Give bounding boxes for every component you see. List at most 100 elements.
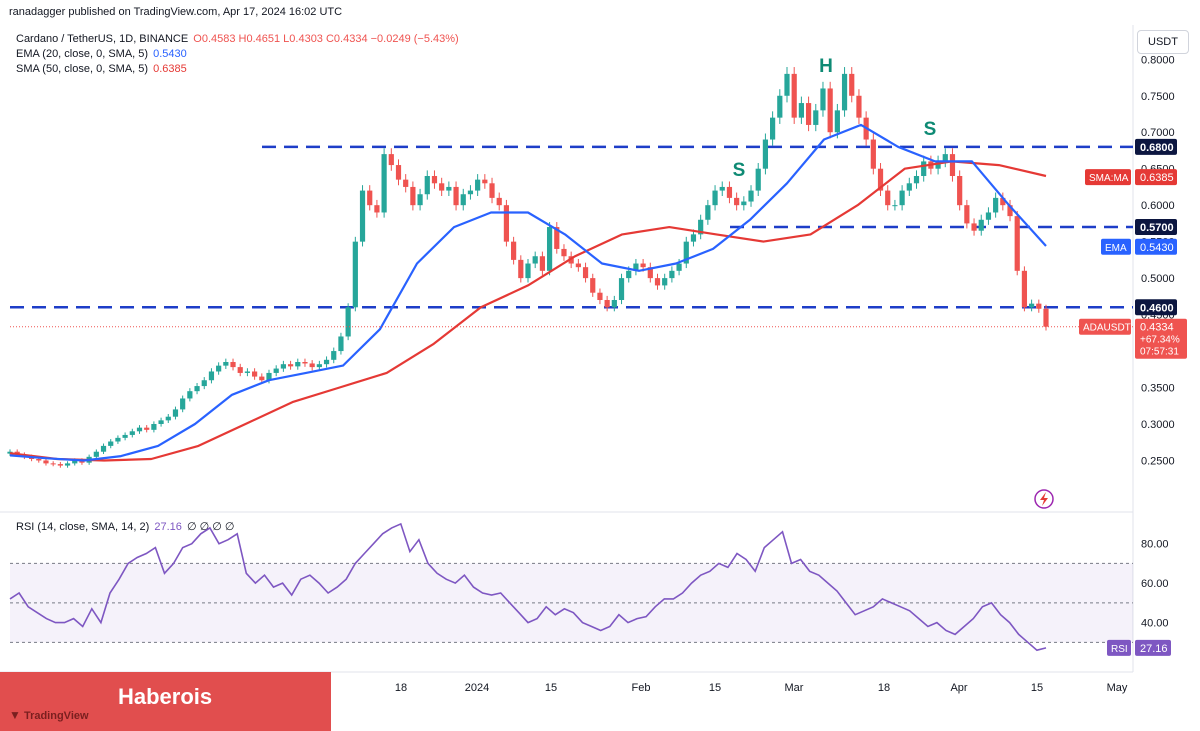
candle-body <box>381 154 387 213</box>
candle-body <box>755 168 761 191</box>
candle-body <box>187 391 193 399</box>
candle-body <box>518 259 524 279</box>
candle-body <box>57 464 63 466</box>
candle-body <box>690 234 697 242</box>
candle-body <box>921 161 927 176</box>
candle-body <box>539 256 545 271</box>
candle-body <box>64 463 71 466</box>
candle-body <box>957 176 963 206</box>
candle-body <box>611 300 617 308</box>
candle-body <box>899 190 905 206</box>
rsi-tick-label: 60.00 <box>1141 578 1169 590</box>
candle-body <box>791 73 797 118</box>
price-chart[interactable]: 0.80000.75000.70000.65000.60000.55000.50… <box>0 0 1200 731</box>
candle-body <box>338 336 344 352</box>
candle-body <box>770 117 776 140</box>
watermark-text: Haberois <box>118 684 213 709</box>
candle-body <box>122 434 128 438</box>
lightning-icon[interactable] <box>1034 489 1054 509</box>
candle-body <box>705 205 711 220</box>
candle-body <box>1014 216 1020 271</box>
time-tick-label: 18 <box>878 682 890 694</box>
ema-value-tag: 0.5430 <box>1140 242 1174 254</box>
candle-body <box>834 110 840 133</box>
candle-body <box>345 307 351 337</box>
candle-body <box>252 371 258 377</box>
candle-body <box>654 278 661 286</box>
candle-body <box>993 197 999 213</box>
candle-body <box>237 367 243 373</box>
price-tick-label: 0.6000 <box>1141 200 1175 212</box>
candle-body <box>618 278 625 300</box>
candle-body <box>43 460 49 464</box>
candle-body <box>208 371 215 381</box>
level-tag-label: 0.4600 <box>1140 302 1174 314</box>
candle-body <box>741 201 747 206</box>
time-tick-label: 18 <box>395 682 407 694</box>
candle-body <box>575 263 581 268</box>
candle-body <box>460 194 466 206</box>
candle-body <box>820 88 826 111</box>
candle-body <box>813 110 819 125</box>
rsi-name-tag: RSI <box>1111 644 1128 655</box>
candle-body <box>719 186 725 191</box>
candle-body <box>36 459 42 461</box>
candle-body <box>503 205 510 242</box>
candle-body <box>1043 308 1049 327</box>
candle-body <box>849 73 855 96</box>
pattern-label: H <box>819 56 833 77</box>
candle-body <box>453 186 459 206</box>
candle-body <box>978 219 984 231</box>
candle-body <box>115 437 121 442</box>
change-tag: +67.34% <box>1140 335 1180 346</box>
candle-body <box>626 270 632 279</box>
candle-body <box>734 197 740 206</box>
candle-body <box>1036 303 1042 309</box>
candle-body <box>172 409 179 417</box>
candle-body <box>1021 270 1028 308</box>
level-tag-label: 0.5700 <box>1140 222 1174 234</box>
candle-body <box>590 278 596 293</box>
sma-value-tag: 0.6385 <box>1140 172 1174 184</box>
candle-body <box>216 365 222 372</box>
candle-body <box>546 227 553 271</box>
candle-body <box>129 431 135 435</box>
candle-body <box>158 420 164 424</box>
candle-body <box>223 362 229 366</box>
candle-body <box>949 154 956 176</box>
candle-body <box>194 386 200 392</box>
candle-body <box>913 176 920 184</box>
candle-body <box>108 441 114 446</box>
candle-body <box>144 427 150 430</box>
candle-body <box>597 292 603 300</box>
candle-body <box>777 95 783 118</box>
time-tick-label: Apr <box>950 682 967 694</box>
candle-body <box>784 73 790 96</box>
candle-body <box>309 363 315 368</box>
rsi-tick-label: 40.00 <box>1141 618 1169 630</box>
time-tick-label: Feb <box>632 682 651 694</box>
sma-50-line <box>9 160 1047 462</box>
candle-body <box>525 263 531 279</box>
candle-body <box>856 95 862 118</box>
candle-body <box>805 103 812 125</box>
candle-body <box>230 362 236 368</box>
tradingview-logo[interactable]: ▼ TradingView <box>9 708 89 722</box>
candle-body <box>295 362 301 367</box>
price-tick-label: 0.8000 <box>1141 54 1175 66</box>
price-tick-label: 0.7500 <box>1141 91 1175 103</box>
rsi-value-tag: 27.16 <box>1140 643 1168 655</box>
candle-body <box>604 300 610 308</box>
candle-body <box>712 190 718 206</box>
candle-body <box>827 88 833 133</box>
candle-body <box>439 183 445 191</box>
candle-body <box>475 179 481 191</box>
candle-body <box>302 362 308 364</box>
time-tick-label: Mar <box>785 682 804 694</box>
candle-body <box>93 451 99 457</box>
time-tick-label: 15 <box>545 682 557 694</box>
pattern-label: S <box>924 119 937 140</box>
tradingview-logo-text: TradingView <box>23 710 89 722</box>
candle-body <box>180 398 186 410</box>
candle-body <box>446 186 452 191</box>
